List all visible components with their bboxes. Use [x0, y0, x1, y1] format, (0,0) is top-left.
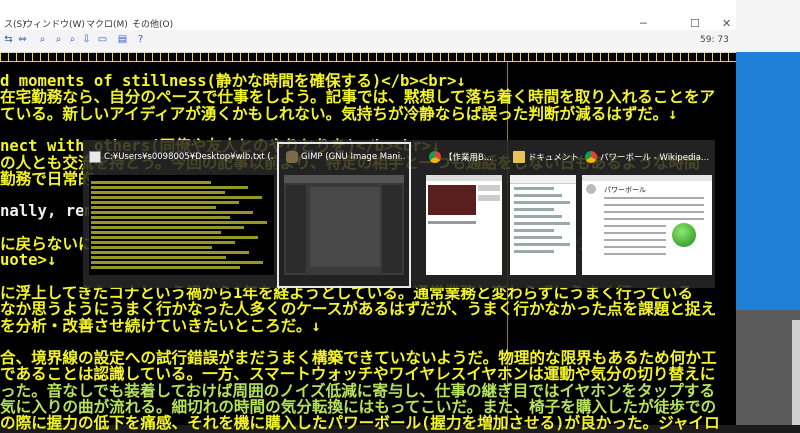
background-scrollbar [792, 320, 800, 425]
search-icon[interactable]: ⌕ [36, 34, 49, 46]
preview-text-line [91, 216, 230, 219]
outline-icon[interactable]: ▤ [116, 34, 129, 46]
window-preview-explorer [510, 175, 576, 275]
search-next-icon[interactable]: ⌕ [52, 34, 65, 46]
preview-text-line [91, 206, 216, 209]
split-icon[interactable]: ⇆ [2, 34, 15, 46]
preview-file-row [514, 236, 562, 239]
tile-title: C:¥Users¥s0098005¥Desktop¥wlb.txt (... [104, 152, 274, 162]
preview-text-line [91, 251, 249, 254]
preview-article-line [604, 225, 666, 227]
jump-icon[interactable]: ▭ [96, 34, 109, 46]
preview-article-line [604, 211, 704, 213]
preview-text-line [91, 266, 240, 269]
preview-text-line [91, 256, 226, 259]
chrome-icon [585, 151, 597, 163]
preview-file-row [514, 194, 562, 197]
preview-file-row [514, 243, 570, 246]
preview-file-row [514, 187, 554, 190]
preview-article-line [604, 253, 666, 255]
window-preview-wikipedia: パワーボール [582, 175, 712, 275]
preview-text-line [91, 196, 262, 199]
switcher-tile-gimp[interactable]: GIMP (GNU Image Mani... [277, 140, 411, 288]
preview-text-line [91, 231, 221, 234]
preview-text-line [91, 241, 235, 244]
column-ruler [0, 53, 736, 62]
preview-article-line [604, 246, 666, 248]
switcher-tile-documents[interactable]: ドキュメント [507, 140, 579, 288]
alt-tab-switcher: C:¥Users¥s0098005¥Desktop¥wlb.txt (... G… [83, 140, 715, 288]
help-icon[interactable]: ? [134, 34, 147, 46]
window-preview-editor [89, 175, 274, 275]
preview-file-row [514, 229, 554, 232]
background-panel [736, 310, 800, 425]
gimp-app-icon [286, 151, 298, 163]
preview-file-row [514, 250, 554, 253]
tile-title: ドキュメント [528, 153, 579, 163]
switcher-tile-chrome-video[interactable]: 【作業用B... [423, 140, 505, 288]
powerball-image [672, 223, 696, 247]
menu-item-macro[interactable]: マクロ(M) [86, 17, 128, 30]
preview-article-line [604, 204, 704, 206]
split-vertical-icon[interactable]: ⇔ [16, 34, 29, 46]
maximize-icon[interactable]: ☐ [690, 17, 700, 30]
preview-text-line [91, 181, 211, 184]
preview-text-line [91, 191, 225, 194]
preview-article-line [604, 232, 666, 234]
wikipedia-logo-icon [586, 184, 596, 194]
preview-text-line [91, 221, 267, 224]
preview-article-line [604, 239, 666, 241]
window-preview-gimp [284, 175, 404, 275]
preview-article-line [604, 218, 704, 220]
preview-text-line [91, 211, 253, 214]
preview-text-line [91, 226, 244, 229]
editor-line: の際に握力の低下を痛感、それを機に購入したパワーボール(握力を増加させる)が良か… [0, 414, 720, 433]
tile-title: GIMP (GNU Image Mani... [301, 152, 406, 162]
preview-file-row [514, 208, 554, 211]
tile-title: 【作業用B... [444, 153, 492, 163]
editor-app-icon [89, 151, 101, 163]
switcher-tile-wikipedia[interactable]: パワーボール - Wikipedia... パワーボール [579, 140, 715, 288]
preview-file-row [514, 201, 570, 204]
preview-text-line [91, 186, 248, 189]
folder-icon [513, 151, 525, 163]
desktop-background [736, 52, 800, 310]
toolbar: ⇆ ⇔ ⌕ ⌕ ⌕ ⇩ ▭ ▤ ? 59: 73 [0, 30, 736, 53]
search-down-icon[interactable]: ⇩ [80, 34, 93, 46]
close-icon[interactable]: ✕ [722, 17, 731, 30]
preview-file-row [514, 222, 570, 225]
tile-title: パワーボール - Wikipedia... [600, 153, 710, 163]
menu-item-other[interactable]: その他(O) [132, 17, 173, 30]
menu-bar: ス(S) ウィンドウ(W) マクロ(M) その他(O) ─ ☐ ✕ [0, 14, 736, 30]
preview-file-row [514, 215, 562, 218]
switcher-tile-editor[interactable]: C:¥Users¥s0098005¥Desktop¥wlb.txt (... [83, 140, 276, 288]
preview-text-line [91, 261, 263, 264]
minimize-icon[interactable]: ─ [640, 17, 647, 30]
menu-item-search[interactable]: ス(S) [4, 17, 26, 30]
window-preview-chrome [426, 175, 502, 275]
preview-text-line [91, 201, 239, 204]
search-prev-icon[interactable]: ⌕ [66, 34, 79, 46]
menu-item-window[interactable]: ウィンドウ(W) [24, 17, 85, 30]
chrome-icon [429, 151, 441, 163]
preview-text-line [91, 236, 258, 239]
cursor-position: 59: 73 [700, 35, 729, 45]
preview-article-line [604, 197, 704, 199]
wiki-heading: パワーボール [604, 186, 646, 194]
preview-text-line [91, 246, 212, 249]
